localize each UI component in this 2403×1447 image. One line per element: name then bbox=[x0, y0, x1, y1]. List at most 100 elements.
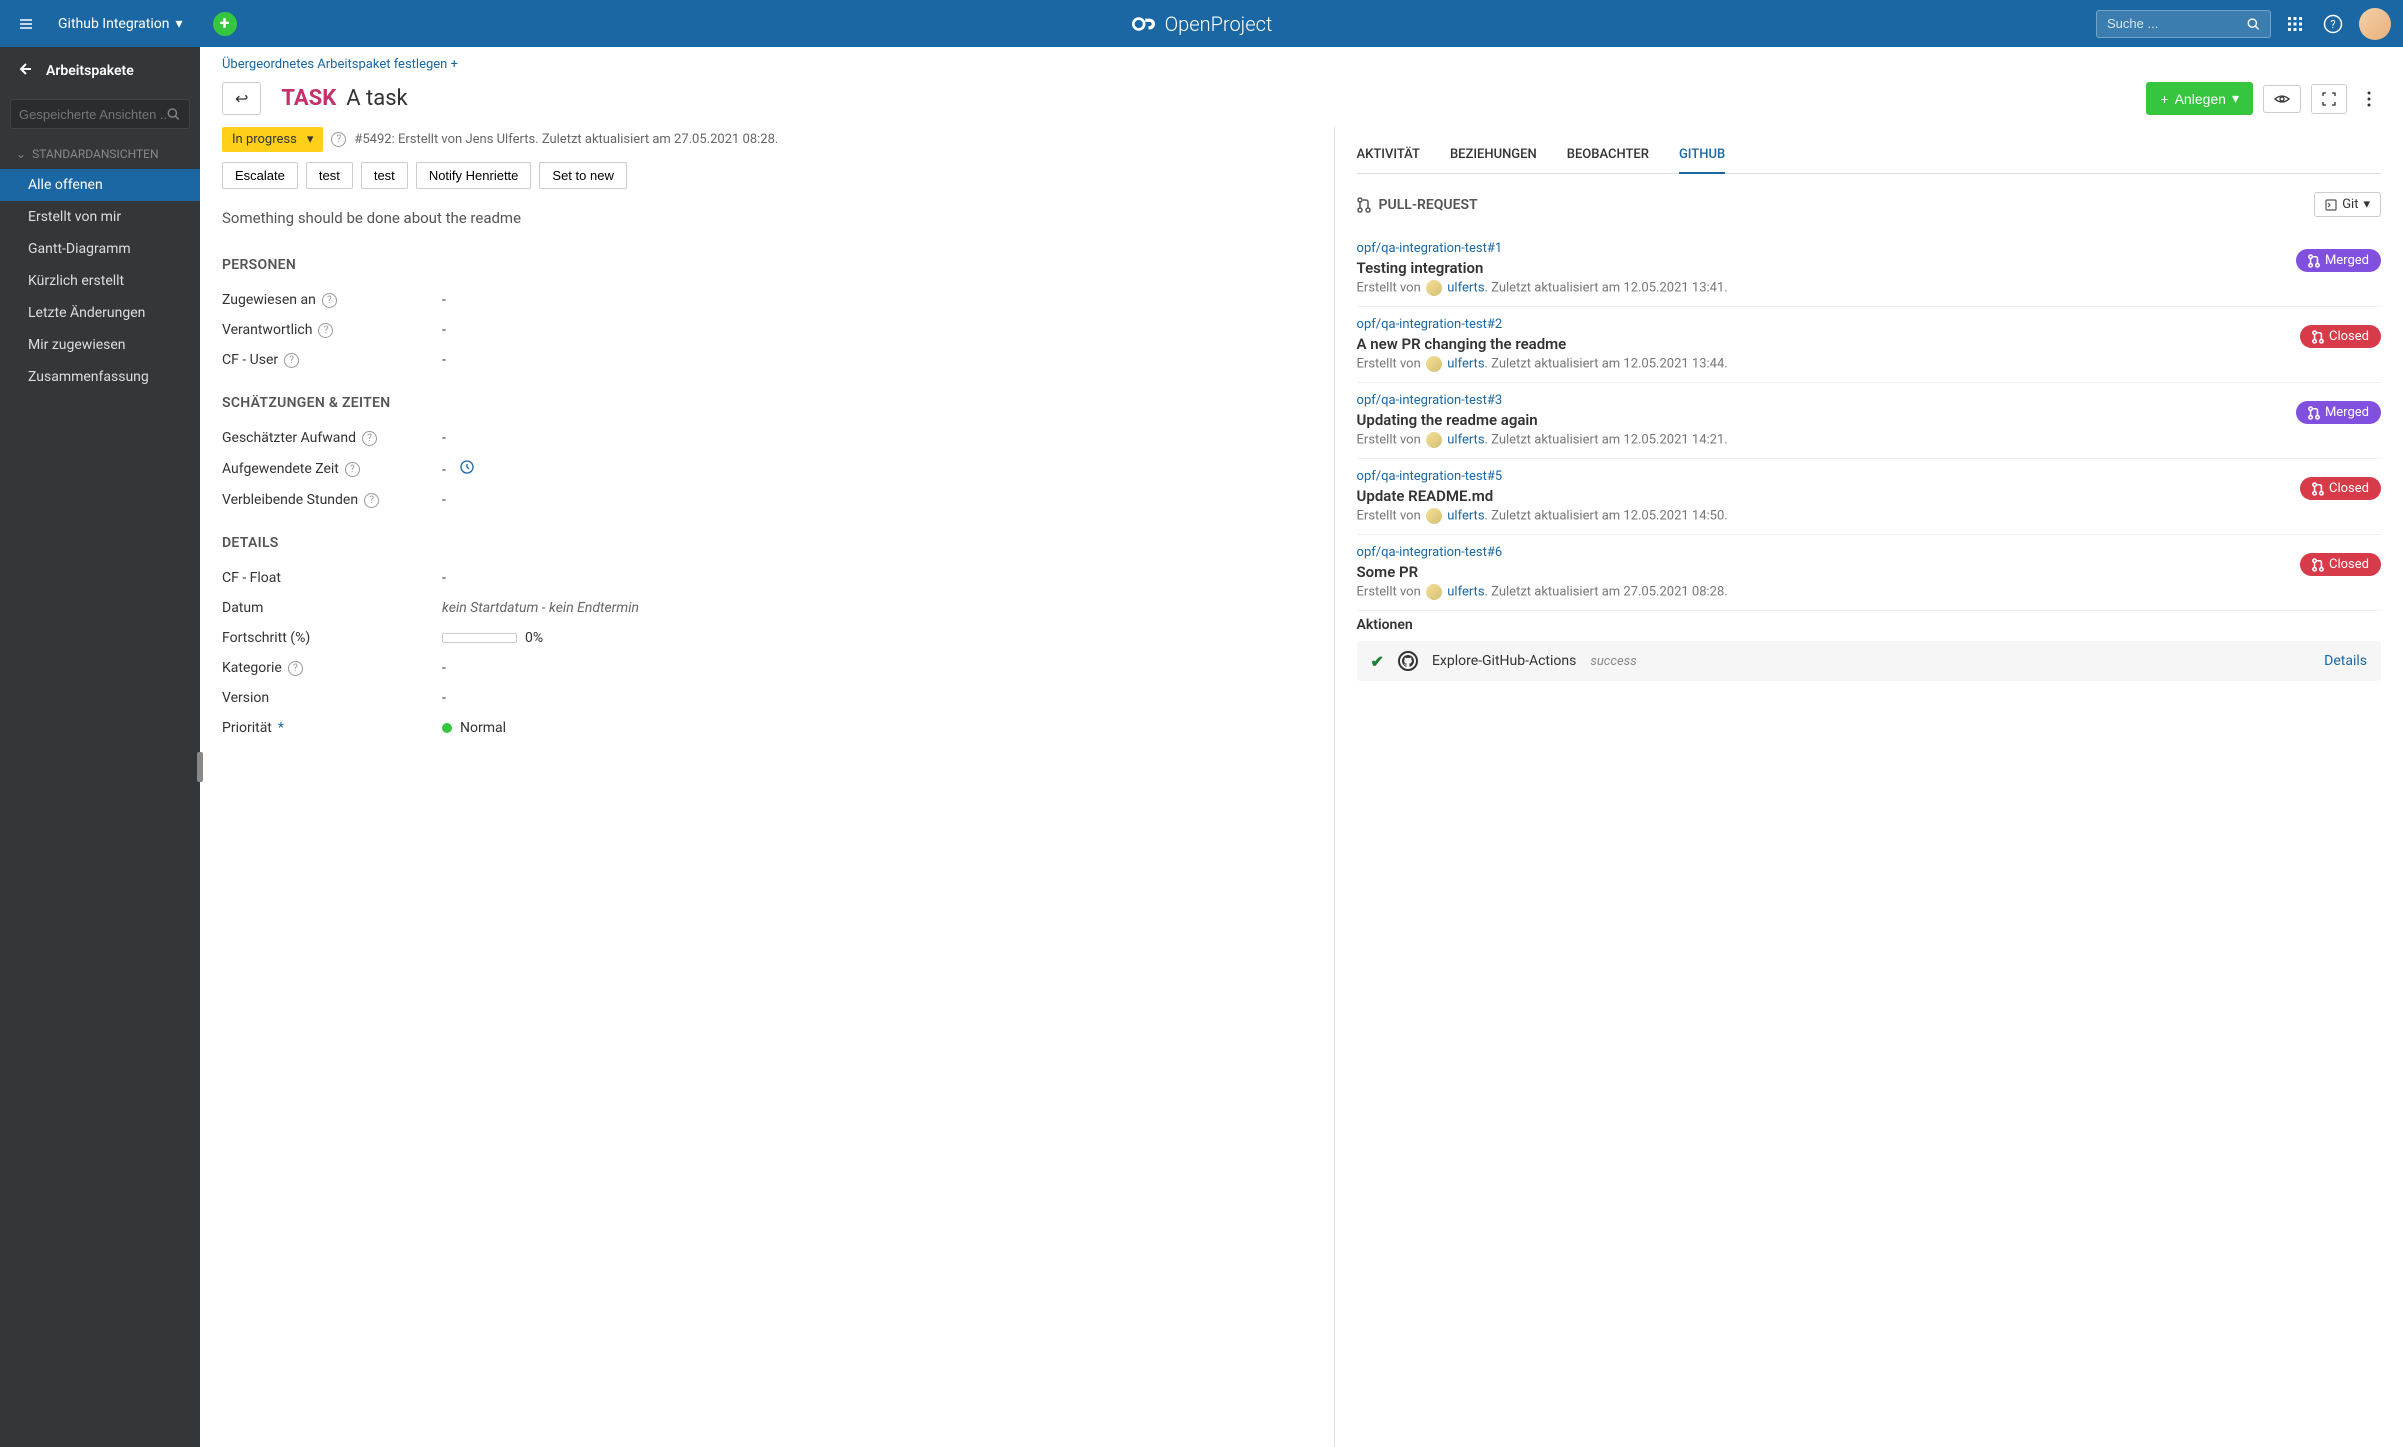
pr-user-link[interactable]: ulferts bbox=[1447, 280, 1484, 295]
watch-button[interactable] bbox=[2263, 85, 2301, 113]
help-icon[interactable]: ? bbox=[345, 462, 360, 477]
pr-repo-link[interactable]: opf/qa-integration-test#5 bbox=[1357, 469, 2381, 484]
help-icon[interactable]: ? bbox=[288, 661, 303, 676]
sidebar-item[interactable]: Letzte Änderungen bbox=[0, 297, 200, 329]
modules-icon[interactable] bbox=[2283, 12, 2307, 36]
help-icon[interactable]: ? bbox=[362, 431, 377, 446]
pr-item: opf/qa-integration-test#3 Updating the re… bbox=[1357, 383, 2381, 459]
pr-repo-link[interactable]: opf/qa-integration-test#6 bbox=[1357, 545, 2381, 560]
chevron-down-icon: ▾ bbox=[307, 132, 314, 147]
field-label: Verantwortlich? bbox=[222, 322, 442, 338]
back-arrow-icon[interactable] bbox=[16, 61, 32, 81]
help-icon[interactable]: ? bbox=[284, 353, 299, 368]
field-label: Priorität * bbox=[222, 720, 442, 736]
pr-meta: Erstellt von ulferts. Zuletzt aktualisie… bbox=[1357, 356, 2381, 372]
tab[interactable]: GITHUB bbox=[1679, 137, 1725, 174]
clock-icon[interactable] bbox=[460, 462, 474, 478]
chevron-down-icon: ▾ bbox=[2232, 90, 2239, 107]
pr-repo-link[interactable]: opf/qa-integration-test#1 bbox=[1357, 241, 2381, 256]
sidebar-item[interactable]: Mir zugewiesen bbox=[0, 329, 200, 361]
tab[interactable]: AKTIVITÄT bbox=[1357, 137, 1420, 173]
sidebar-item[interactable]: Erstellt von mir bbox=[0, 201, 200, 233]
help-icon[interactable]: ? bbox=[364, 493, 379, 508]
chevron-down-icon: ▾ bbox=[175, 16, 182, 32]
pr-title: A new PR changing the readme bbox=[1357, 335, 2381, 353]
custom-action-button[interactable]: test bbox=[361, 162, 408, 189]
field-label: Kategorie? bbox=[222, 660, 442, 676]
wp-type[interactable]: TASK bbox=[281, 86, 336, 111]
pr-repo-link[interactable]: opf/qa-integration-test#2 bbox=[1357, 317, 2381, 332]
custom-action-button[interactable]: Set to new bbox=[539, 162, 626, 189]
field-value[interactable]: kein Startdatum - kein Endtermin bbox=[442, 600, 639, 616]
sidebar-resize-handle[interactable] bbox=[197, 752, 203, 782]
field-value[interactable]: 0% bbox=[442, 630, 543, 646]
field-row: Version- bbox=[222, 683, 1312, 713]
field-label: Aufgewendete Zeit? bbox=[222, 461, 442, 477]
pr-title: Updating the readme again bbox=[1357, 411, 2381, 429]
fullscreen-button[interactable] bbox=[2311, 84, 2347, 114]
sidebar-search-input[interactable] bbox=[19, 107, 166, 122]
check-icon: ✔ bbox=[1371, 652, 1384, 671]
field-value[interactable]: - bbox=[442, 322, 446, 338]
tab[interactable]: BEOBACHTER bbox=[1567, 137, 1649, 173]
field-value[interactable]: Normal bbox=[442, 720, 506, 736]
pr-user-link[interactable]: ulferts bbox=[1447, 356, 1484, 371]
search-input[interactable] bbox=[2107, 16, 2246, 31]
set-parent-link[interactable]: Übergeordnetes Arbeitspaket festlegen + bbox=[222, 57, 458, 72]
back-button[interactable]: ↩ bbox=[222, 82, 261, 115]
field-value[interactable]: - bbox=[442, 492, 446, 508]
pr-user-link[interactable]: ulferts bbox=[1447, 584, 1484, 599]
sidebar-item[interactable]: Gantt-Diagramm bbox=[0, 233, 200, 265]
field-row: Geschätzter Aufwand?- bbox=[222, 423, 1312, 453]
field-value[interactable]: - bbox=[442, 430, 446, 446]
pr-item: opf/qa-integration-test#5 Update README.m… bbox=[1357, 459, 2381, 535]
help-icon[interactable]: ? bbox=[331, 132, 346, 147]
field-label: Fortschritt (%) bbox=[222, 630, 442, 646]
global-search[interactable] bbox=[2096, 10, 2271, 38]
field-value[interactable]: - bbox=[442, 690, 446, 706]
pr-item: opf/qa-integration-test#2 A new PR changi… bbox=[1357, 307, 2381, 383]
field-value[interactable]: - bbox=[442, 292, 446, 308]
actions-label: Aktionen bbox=[1357, 617, 2381, 633]
pr-title: Update README.md bbox=[1357, 487, 2381, 505]
pr-repo-link[interactable]: opf/qa-integration-test#3 bbox=[1357, 393, 2381, 408]
hamburger-icon[interactable] bbox=[12, 10, 40, 38]
create-button[interactable]: + Anlegen ▾ bbox=[2146, 82, 2253, 115]
wp-description[interactable]: Something should be done about the readm… bbox=[222, 209, 1312, 227]
pr-item: opf/qa-integration-test#6Some PRErstellt… bbox=[1357, 535, 2381, 611]
user-avatar[interactable] bbox=[2359, 8, 2391, 40]
tab[interactable]: BEZIEHUNGEN bbox=[1450, 137, 1537, 173]
pr-user-link[interactable]: ulferts bbox=[1447, 432, 1484, 447]
git-dropdown[interactable]: Git ▾ bbox=[2314, 192, 2381, 217]
sidebar-search[interactable] bbox=[10, 99, 190, 129]
project-selector[interactable]: Github Integration ▾ bbox=[58, 16, 183, 32]
field-label: Verbleibende Stunden? bbox=[222, 492, 442, 508]
sidebar-section-header[interactable]: ⌄ STANDARDANSICHTEN bbox=[0, 139, 200, 169]
status-selector[interactable]: In progress ▾ bbox=[222, 127, 323, 152]
field-value[interactable]: - bbox=[442, 460, 474, 478]
new-button[interactable]: + bbox=[213, 12, 237, 36]
help-icon[interactable]: ? bbox=[2319, 10, 2347, 38]
action-status: success bbox=[1590, 654, 1636, 669]
field-value[interactable]: - bbox=[442, 570, 446, 586]
pr-user-link[interactable]: ulferts bbox=[1447, 508, 1484, 523]
help-icon[interactable]: ? bbox=[318, 323, 333, 338]
custom-action-button[interactable]: Notify Henriette bbox=[416, 162, 532, 189]
sidebar-item[interactable]: Kürzlich erstellt bbox=[0, 265, 200, 297]
custom-action-button[interactable]: Escalate bbox=[222, 162, 298, 189]
search-icon bbox=[166, 106, 181, 122]
field-label: Zugewiesen an? bbox=[222, 292, 442, 308]
action-details-link[interactable]: Details bbox=[2324, 653, 2367, 669]
wp-subject[interactable]: A task bbox=[346, 86, 407, 111]
field-value[interactable]: - bbox=[442, 352, 446, 368]
progress-bar[interactable] bbox=[442, 633, 517, 643]
field-value[interactable]: - bbox=[442, 660, 446, 676]
sidebar-item[interactable]: Zusammenfassung bbox=[0, 361, 200, 393]
more-menu-button[interactable] bbox=[2357, 84, 2381, 114]
field-label: CF - Float bbox=[222, 570, 442, 586]
custom-action-button[interactable]: test bbox=[306, 162, 353, 189]
wp-meta: #5492: Erstellt von Jens Ulferts. Zuletz… bbox=[354, 132, 778, 147]
field-row: Priorität *Normal bbox=[222, 713, 1312, 743]
sidebar-item[interactable]: Alle offenen bbox=[0, 169, 200, 201]
help-icon[interactable]: ? bbox=[322, 293, 337, 308]
